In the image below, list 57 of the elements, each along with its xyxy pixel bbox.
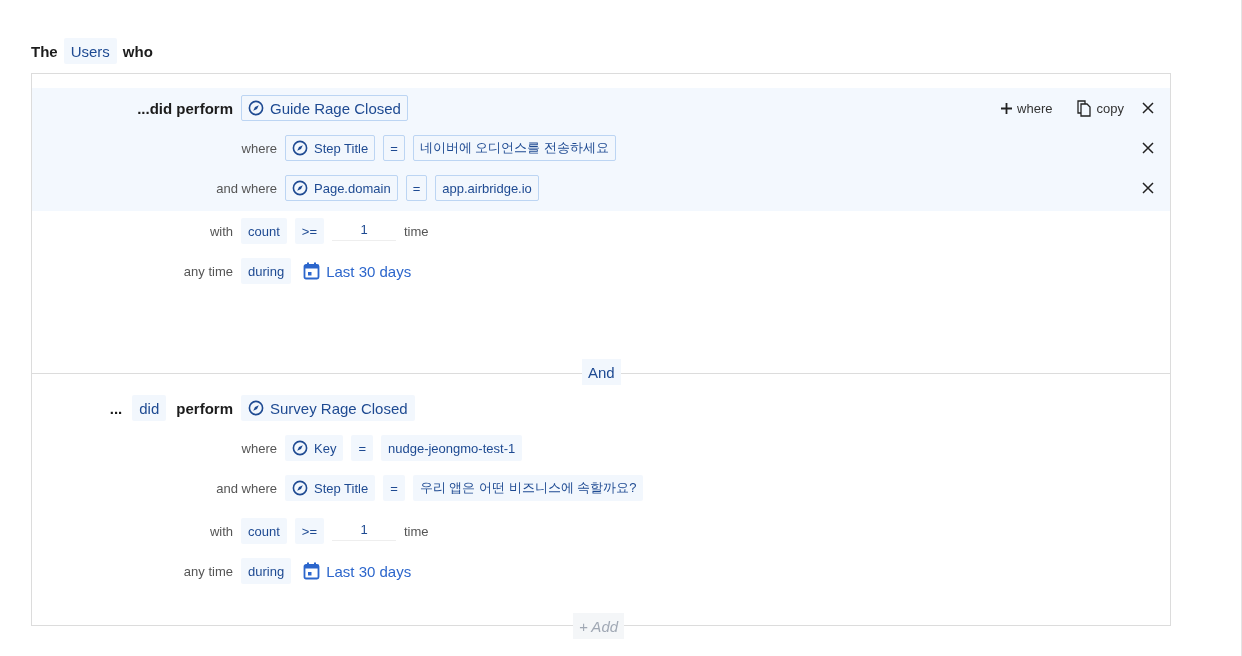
timeframe-operator-selector[interactable]: during — [241, 258, 292, 284]
timeframe-label: any time — [182, 263, 233, 279]
value-selector[interactable]: app.airbridge.io — [435, 175, 539, 201]
date-range-button[interactable]: Last 30 days — [299, 562, 416, 580]
compass-icon — [292, 440, 308, 456]
property-selector[interactable]: Step Title — [285, 135, 376, 161]
subject-selector[interactable]: Users — [63, 38, 117, 64]
timeframe-label: any time — [182, 563, 233, 579]
metric-selector[interactable]: count — [241, 518, 287, 544]
plus-icon — [1001, 102, 1013, 114]
filter-label: and where — [215, 180, 277, 196]
filter-label: where — [240, 140, 277, 156]
compass-icon — [248, 100, 264, 116]
compass-icon — [292, 180, 308, 196]
close-button[interactable] — [1140, 180, 1156, 196]
compass-icon — [292, 140, 308, 156]
perform-label: perform — [176, 399, 233, 417]
close-button[interactable] — [1140, 100, 1156, 116]
metric-selector[interactable]: count — [241, 218, 287, 244]
perform-label: ... — [109, 399, 123, 417]
unit-label: time — [404, 523, 429, 539]
property-selector[interactable]: Step Title — [285, 475, 376, 501]
operator-selector[interactable]: = — [383, 475, 405, 501]
operator-selector[interactable]: = — [405, 175, 428, 201]
operator-selector[interactable]: >= — [294, 518, 324, 544]
event-selector[interactable]: Guide Rage Closed — [241, 95, 408, 121]
count-input[interactable]: 1 — [332, 221, 396, 241]
value-selector[interactable]: 우리 앱은 어떤 비즈니스에 속할까요? — [412, 475, 644, 501]
event-selector[interactable]: Survey Rage Closed — [241, 395, 415, 421]
perform-label: ...did perform — [137, 99, 233, 117]
unit-label: time — [404, 223, 429, 239]
header-text: The — [31, 42, 58, 60]
operator-selector[interactable]: >= — [294, 218, 324, 244]
filter-label: and where — [215, 480, 277, 496]
frequency-label: with — [208, 223, 233, 239]
value-selector[interactable]: nudge-jeongmo-test-1 — [381, 435, 523, 461]
filter-label: where — [240, 440, 277, 456]
frequency-label: with — [208, 523, 233, 539]
compass-icon — [248, 400, 264, 416]
count-input[interactable]: 1 — [332, 521, 396, 541]
value-selector[interactable]: 네이버에 오디언스를 전송하세요 — [412, 135, 617, 161]
compass-icon — [292, 480, 308, 496]
property-selector[interactable]: Page.domain — [285, 175, 398, 201]
close-button[interactable] — [1140, 140, 1156, 156]
calendar-icon — [303, 562, 321, 580]
calendar-icon — [303, 262, 321, 280]
property-selector[interactable]: Key — [285, 435, 344, 461]
header-text: who — [122, 42, 153, 60]
timeframe-operator-selector[interactable]: during — [241, 558, 292, 584]
and-connector[interactable]: And — [582, 359, 621, 385]
date-range-button[interactable]: Last 30 days — [299, 262, 416, 280]
operator-selector[interactable]: = — [351, 435, 373, 461]
add-where-button[interactable]: where — [993, 100, 1061, 116]
verb-selector[interactable]: did — [132, 395, 167, 421]
copy-button[interactable]: copy — [1068, 99, 1132, 117]
copy-icon — [1076, 99, 1092, 117]
operator-selector[interactable]: = — [383, 135, 405, 161]
